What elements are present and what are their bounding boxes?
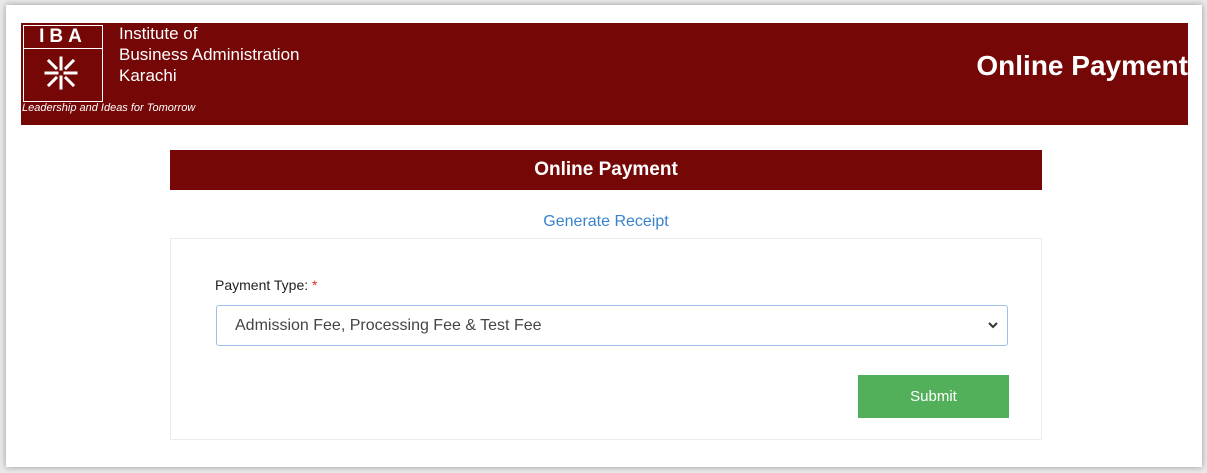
section-header: Online Payment (170, 150, 1042, 190)
iba-logo: IBA (23, 25, 103, 102)
iba-emblem-icon (44, 56, 78, 90)
required-marker: * (312, 277, 318, 293)
payment-form-card: Payment Type: * Admission Fee, Processin… (170, 238, 1042, 440)
header-banner: IBA Institute of Business Administration… (21, 23, 1188, 125)
chevron-down-icon (988, 322, 998, 329)
generate-receipt-link[interactable]: Generate Receipt (170, 213, 1042, 231)
page-title: Online Payment (976, 50, 1188, 81)
logo-text: IBA (24, 26, 102, 49)
payment-type-label: Payment Type: * (215, 277, 317, 293)
payment-type-select[interactable]: Admission Fee, Processing Fee & Test Fee (216, 305, 1008, 346)
payment-type-label-text: Payment Type: (215, 277, 309, 293)
payment-type-value: Admission Fee, Processing Fee & Test Fee (235, 317, 542, 334)
institute-line: Business Administration (119, 45, 300, 64)
institute-line: Karachi (119, 66, 177, 85)
institute-line: Institute of (119, 24, 198, 43)
tagline: Leadership and Ideas for Tomorrow (22, 102, 196, 114)
institute-name: Institute of Business Administration Kar… (119, 23, 299, 86)
submit-button[interactable]: Submit (858, 375, 1009, 418)
